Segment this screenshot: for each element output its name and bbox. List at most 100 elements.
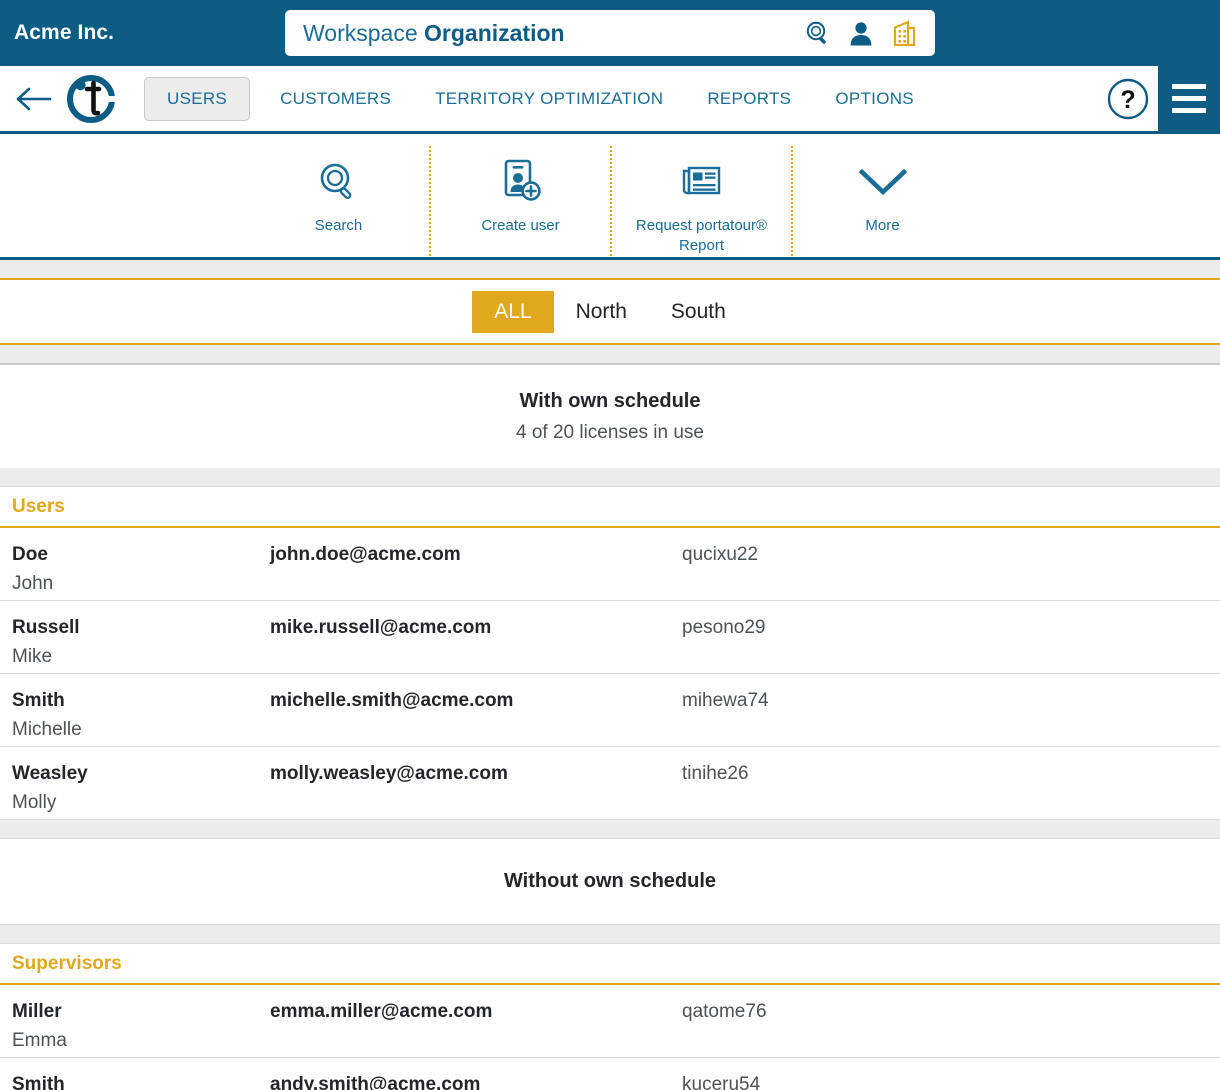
table-row[interactable]: Russell Mike mike.russell@acme.com peson… xyxy=(0,600,1220,674)
portatour-logo-icon[interactable] xyxy=(64,72,118,126)
filter-tab-all[interactable]: ALL xyxy=(472,290,554,333)
section-with-own-schedule: With own schedule 4 of 20 licenses in us… xyxy=(0,365,1220,468)
toolbar-request-report-button[interactable]: Request portatour® Report xyxy=(610,146,791,256)
nav-item-list: USERS CUSTOMERS TERRITORY OPTIMIZATION R… xyxy=(138,76,936,121)
first-name: Mike xyxy=(12,645,53,667)
section-title: Without own schedule xyxy=(503,869,717,892)
row-email-cell: molly.weasley@acme.com xyxy=(270,759,682,805)
toolbar-more-button[interactable]: More xyxy=(791,146,972,256)
nav-item-reports[interactable]: REPORTS xyxy=(685,89,813,109)
email: emma.miller@acme.com xyxy=(270,1000,493,1022)
nav-item-customers[interactable]: CUSTOMERS xyxy=(258,89,413,109)
toolbar-search-label: Search xyxy=(314,217,363,234)
username: qatome76 xyxy=(682,1000,767,1022)
row-email-cell: emma.miller@acme.com xyxy=(270,997,682,1043)
user-icon[interactable] xyxy=(849,20,873,46)
row-username-cell: qucixu22 xyxy=(682,540,1220,586)
username: tinihe26 xyxy=(682,762,749,784)
workspace-bar: Acme Inc. Workspace Organization xyxy=(0,0,1220,66)
first-name: Emma xyxy=(12,1029,67,1051)
row-username-cell: qatome76 xyxy=(682,997,1220,1043)
table-row[interactable]: Doe John john.doe@acme.com qucixu22 xyxy=(0,527,1220,601)
toolbar-search-button[interactable]: Search xyxy=(248,146,429,256)
brand-title: Acme Inc. xyxy=(14,21,115,44)
chevron-down-icon xyxy=(857,158,909,206)
first-name: Molly xyxy=(12,791,57,813)
main-navbar: USERS CUSTOMERS TERRITORY OPTIMIZATION R… xyxy=(0,66,1220,134)
row-name-cell: Doe John xyxy=(0,540,270,594)
filter-tab-south[interactable]: South xyxy=(649,291,748,333)
row-username-cell: tinihe26 xyxy=(682,759,1220,805)
spacer-band xyxy=(0,467,1220,486)
workspace-label: Workspace Organization xyxy=(303,20,565,47)
row-name-cell: Smith Michelle xyxy=(0,686,270,740)
hamburger-line xyxy=(1172,96,1206,101)
spacer-band xyxy=(0,924,1220,943)
row-username-cell: kuceru54 xyxy=(682,1070,1220,1090)
row-name-cell: Miller Emma xyxy=(0,997,270,1051)
nav-item-users[interactable]: USERS xyxy=(144,76,251,121)
toolbar-create-user-label: Create user xyxy=(481,217,560,234)
first-name: John xyxy=(12,572,54,594)
toolbar-more-label: More xyxy=(865,217,900,234)
help-circle-icon: ? xyxy=(1107,78,1149,119)
magnifier-icon xyxy=(318,158,360,206)
email: mike.russell@acme.com xyxy=(270,616,492,638)
row-username-cell: pesono29 xyxy=(682,613,1220,659)
email: molly.weasley@acme.com xyxy=(270,762,508,784)
nav-item-options[interactable]: OPTIONS xyxy=(813,89,936,109)
username: qucixu22 xyxy=(682,543,759,565)
table-row[interactable]: Weasley Molly molly.weasley@acme.com tin… xyxy=(0,746,1220,820)
row-email-cell: michelle.smith@acme.com xyxy=(270,686,682,732)
hamburger-line xyxy=(1172,84,1206,89)
filter-tab-north[interactable]: North xyxy=(554,291,649,333)
toolbar-request-report-label: Request portatour® Report xyxy=(635,217,768,254)
row-email-cell: mike.russell@acme.com xyxy=(270,613,682,659)
row-name-cell: Weasley Molly xyxy=(0,759,270,813)
workspace-prefix: Workspace xyxy=(303,19,425,46)
row-email-cell: andy.smith@acme.com xyxy=(270,1070,682,1090)
add-user-card-icon xyxy=(499,158,543,206)
toolbar-create-user-button[interactable]: Create user xyxy=(429,146,610,256)
section-without-own-schedule: Without own schedule xyxy=(0,838,1220,924)
action-toolbar: Search Create user Request portatour® Re… xyxy=(0,134,1220,260)
last-name: Smith xyxy=(12,689,65,711)
help-button[interactable]: ? xyxy=(1098,66,1158,131)
territory-filter-tabs: ALL North South xyxy=(0,280,1220,343)
svg-text:?: ? xyxy=(1120,86,1135,114)
first-name: Michelle xyxy=(12,718,82,740)
group-header-supervisors: Supervisors xyxy=(0,943,1220,985)
last-name: Doe xyxy=(12,543,48,565)
license-usage-text: 4 of 20 licenses in use xyxy=(515,422,704,443)
row-name-cell: Smith Andy xyxy=(0,1070,270,1090)
email: john.doe@acme.com xyxy=(270,543,461,565)
username: mihewa74 xyxy=(682,689,769,711)
building-icon[interactable] xyxy=(891,19,917,47)
last-name: Smith xyxy=(12,1073,65,1090)
back-arrow-icon[interactable] xyxy=(14,84,54,114)
table-row[interactable]: Smith Michelle michelle.smith@acme.com m… xyxy=(0,673,1220,747)
email: michelle.smith@acme.com xyxy=(270,689,514,711)
spacer-band xyxy=(0,819,1220,838)
row-email-cell: john.doe@acme.com xyxy=(270,540,682,586)
search-icon[interactable] xyxy=(805,20,831,46)
row-name-cell: Russell Mike xyxy=(0,613,270,667)
workspace-selector[interactable]: Workspace Organization xyxy=(285,10,935,56)
table-row[interactable]: Miller Emma emma.miller@acme.com qatome7… xyxy=(0,984,1220,1058)
username: kuceru54 xyxy=(682,1073,761,1090)
spacer-band xyxy=(0,260,1220,278)
last-name: Russell xyxy=(12,616,80,638)
table-row[interactable]: Smith Andy andy.smith@acme.com kuceru54 xyxy=(0,1057,1220,1090)
nav-item-territory-optimization[interactable]: TERRITORY OPTIMIZATION xyxy=(413,89,685,109)
last-name: Weasley xyxy=(12,762,88,784)
hamburger-line xyxy=(1172,108,1206,113)
group-header-label: Users xyxy=(12,495,65,517)
hamburger-menu-button[interactable] xyxy=(1158,66,1220,131)
email: andy.smith@acme.com xyxy=(270,1073,481,1090)
last-name: Miller xyxy=(12,1000,62,1022)
workspace-name: Organization xyxy=(424,19,565,46)
spacer-band xyxy=(0,345,1220,363)
workspace-icon-group xyxy=(805,19,925,47)
group-header-users: Users xyxy=(0,486,1220,528)
newspaper-icon xyxy=(680,158,724,206)
